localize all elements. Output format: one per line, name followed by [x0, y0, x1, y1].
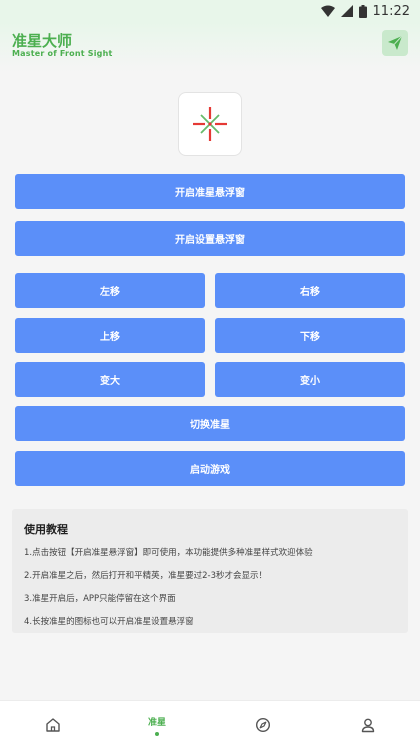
status-bar: 11:22 [0, 0, 420, 22]
app-title: 准星大师 [12, 32, 73, 50]
move-left-button[interactable]: 左移 [15, 273, 205, 308]
app-header: 准星大师 Master of Front Sight [0, 22, 420, 72]
nav-home[interactable] [23, 701, 83, 748]
nav-profile[interactable] [338, 701, 398, 748]
signal-icon [340, 5, 353, 17]
shrink-button[interactable]: 变小 [215, 362, 405, 397]
move-up-button[interactable]: 上移 [15, 318, 205, 353]
tutorial-title: 使用教程 [24, 523, 68, 536]
enlarge-button[interactable]: 变大 [15, 362, 205, 397]
battery-icon [358, 4, 367, 18]
home-icon [46, 718, 60, 732]
user-icon [361, 718, 375, 733]
tutorial-panel: 使用教程 1.点击按钮【开启准星悬浮窗】即可使用，本功能提供多种准星样式欢迎体验… [12, 509, 408, 633]
tutorial-item: 1.点击按钮【开启准星悬浮窗】即可使用，本功能提供多种准星样式欢迎体验 [24, 548, 313, 558]
crosshair-preview[interactable] [178, 92, 242, 156]
nav-crosshair-label: 准星 [147, 717, 166, 728]
move-down-button[interactable]: 下移 [215, 318, 405, 353]
open-settings-button[interactable]: 开启设置悬浮窗 [15, 221, 405, 256]
switch-crosshair-button[interactable]: 切换准星 [15, 406, 405, 441]
nav-discover[interactable] [233, 701, 293, 748]
status-time: 11:22 [372, 3, 410, 19]
compass-icon [255, 717, 271, 733]
active-indicator [155, 731, 159, 736]
bottom-nav: 准星 [0, 700, 420, 748]
nav-crosshair[interactable]: 准星 [127, 701, 187, 748]
crosshair-icon [193, 107, 227, 141]
move-right-button[interactable]: 右移 [215, 273, 405, 308]
launch-game-button[interactable]: 启动游戏 [15, 451, 405, 486]
open-crosshair-button[interactable]: 开启准星悬浮窗 [15, 174, 405, 209]
tutorial-item: 3.准星开启后，APP只能停留在这个界面 [24, 594, 176, 604]
tutorial-item: 4.长按准星的图标也可以开启准星设置悬浮窗 [24, 617, 194, 627]
wifi-icon [320, 5, 335, 17]
share-button[interactable] [382, 30, 408, 56]
send-icon [388, 35, 403, 50]
tutorial-item: 2.开启准星之后，然后打开和平精英，准星要过2-3秒才会显示！ [24, 571, 267, 581]
app-subtitle: Master of Front Sight [12, 49, 113, 58]
